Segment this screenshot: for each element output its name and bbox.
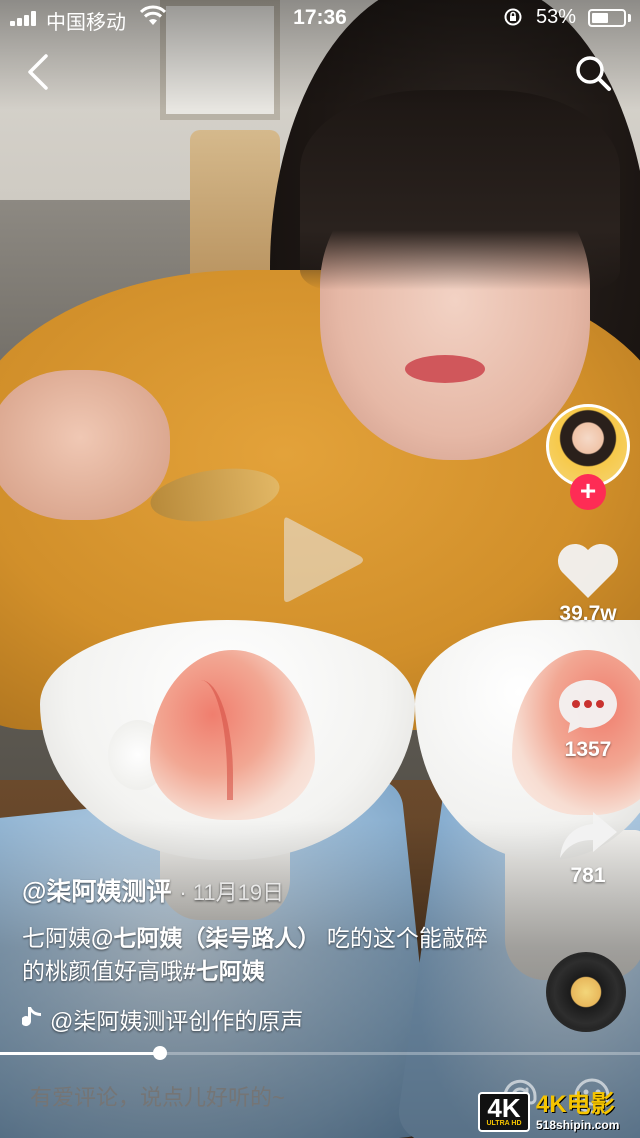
music-disc-button[interactable] [546, 952, 626, 1032]
like-count: 39.7w [559, 602, 617, 625]
background-chair [190, 130, 280, 290]
music-line[interactable]: @柒阿姨测评创作的原声 [22, 1002, 522, 1036]
author-line: @柒阿姨测评 · 11月19日 [22, 872, 522, 908]
rotation-lock-icon [504, 8, 522, 26]
battery-percent: 53% [536, 6, 577, 28]
watermark-url: 518shipin.com [536, 1118, 620, 1132]
battery-tip [628, 14, 631, 22]
chevron-left-icon[interactable] [22, 52, 58, 92]
share-count: 781 [570, 864, 606, 887]
heart-icon [557, 543, 619, 598]
author-name[interactable]: @柒阿姨测评 [22, 878, 171, 906]
battery-level [592, 13, 608, 23]
comment-bubble-icon [559, 680, 617, 733]
watermark-badge-sub: ULTRA HD [486, 1120, 522, 1127]
video-description: 七阿姨@七阿姨（柒号路人） 吃的这个能敲碎的桃颜值好高哦#七阿姨 [22, 922, 492, 988]
watermark-brand: 4K电影 [536, 1091, 615, 1118]
person-bangs [300, 90, 620, 290]
progress-handle[interactable] [153, 1046, 167, 1060]
watermark-badge: 4K ULTRA HD [478, 1092, 530, 1132]
share-button[interactable]: 781 [548, 808, 628, 888]
person-hand [0, 370, 170, 520]
follow-button[interactable]: + [570, 474, 606, 510]
battery-icon [588, 9, 626, 27]
music-title: @柒阿姨测评创作的原声 [50, 1008, 304, 1034]
play-icon[interactable] [270, 510, 370, 610]
music-note-icon [22, 1007, 41, 1027]
mention-link[interactable]: @七阿姨（柒号路人） [91, 925, 320, 951]
progress-fill [0, 1052, 160, 1055]
like-button[interactable]: 39.7w [548, 542, 628, 626]
site-watermark: 4K ULTRA HD 4K电影 518shipin.com [478, 1092, 636, 1132]
video-caption: @柒阿姨测评 · 11月19日 七阿姨@七阿姨（柒号路人） 吃的这个能敲碎的桃颜值… [22, 872, 522, 1036]
status-bar: 中国移动 17:36 53% [0, 0, 640, 36]
person-mouth [405, 355, 485, 383]
video-progress-bar[interactable] [0, 1046, 640, 1060]
comment-input[interactable] [30, 1078, 470, 1118]
hashtag-link[interactable]: #七阿姨 [183, 958, 265, 984]
search-icon[interactable] [572, 52, 614, 94]
comment-button[interactable]: 1357 [548, 676, 628, 762]
post-date: · 11月19日 [179, 880, 285, 905]
desc-prefix: 七阿姨 [22, 925, 91, 951]
comment-count: 1357 [564, 738, 612, 761]
share-arrow-icon [560, 812, 617, 858]
watermark-badge-text: 4K [487, 1093, 521, 1123]
